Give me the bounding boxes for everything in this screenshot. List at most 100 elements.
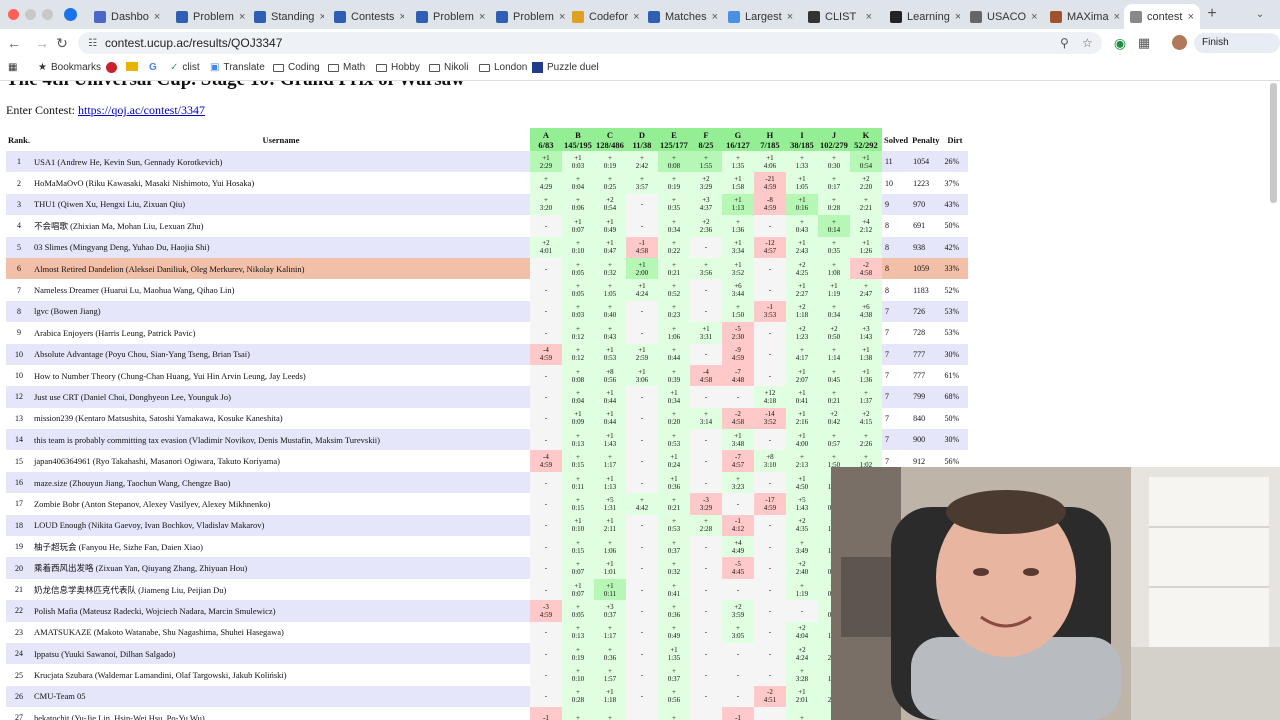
result-cell[interactable]: - [529,664,562,686]
result-cell[interactable]: +1 4:06 [753,151,786,173]
result-cell[interactable]: - [529,536,562,558]
result-cell[interactable]: +0:11 [561,471,594,494]
result-cell[interactable]: +1 0:54 [849,151,882,173]
result-cell[interactable]: +1 0:03 [561,151,594,173]
result-cell[interactable]: - [753,215,786,237]
window-button[interactable] [8,9,19,20]
tab-search-icon[interactable]: ⌄ [1250,5,1270,25]
result-cell[interactable]: - [689,450,722,472]
result-cell[interactable]: - [625,514,658,537]
scrollbar-thumb[interactable] [1270,83,1277,203]
result-cell[interactable]: - [625,450,658,472]
result-cell[interactable]: +1 3:48 [721,429,754,451]
result-cell[interactable]: +1:50 [721,300,754,323]
result-cell[interactable]: +1:36 [721,215,754,237]
bookmark-folder-icon-link[interactable] [126,62,138,71]
problem-header-e[interactable]: E 125/177 [657,128,690,151]
result-cell[interactable]: +2 4:15 [849,407,882,430]
result-cell[interactable]: + [561,707,594,720]
result-cell[interactable]: - [625,600,658,622]
result-cell[interactable]: - [625,685,658,708]
result-cell[interactable]: +0:53 [657,429,690,451]
dirt-header[interactable]: Dirt [941,128,968,151]
tab-close-icon[interactable]: × [559,11,565,23]
result-cell[interactable]: +1:33 [785,151,818,173]
bookmark-coding[interactable]: Coding [273,62,320,73]
tab-close-icon[interactable]: × [1031,11,1037,23]
result-cell[interactable]: -7 4:57 [721,450,754,472]
team-name[interactable]: THU1 (Qiwen Xu, Hengxi Liu, Zixuan Qiu) [31,193,530,216]
browser-tab[interactable]: Problem × [170,4,246,29]
result-cell[interactable]: - [529,685,562,708]
result-cell[interactable] [753,707,786,720]
result-cell[interactable]: +2:42 [625,151,658,173]
result-cell[interactable]: +0:15 [561,493,594,515]
apps-grid-icon[interactable]: ▦ [8,62,17,73]
result-cell[interactable]: +0:17 [817,172,850,194]
result-cell[interactable]: - [721,642,754,665]
result-cell[interactable]: +1 2:59 [625,343,658,365]
result-cell[interactable]: - [529,300,562,323]
result-cell[interactable]: +12 4:18 [753,386,786,408]
result-cell[interactable]: +1:06 [593,536,626,558]
result-cell[interactable]: +1 1:01 [593,557,626,579]
team-name[interactable]: HoMaMaOvO (Riku Kawasaki, Masaki Nishimo… [32,172,530,193]
profile-avatar[interactable] [1172,35,1187,50]
team-name[interactable]: Polish Mafia (Mateusz Radecki, Wojciech … [31,600,530,622]
bookmark-clist[interactable]: ✓ clist [170,62,200,73]
browser-tab[interactable]: Dashbo × [88,4,164,29]
result-cell[interactable]: +0:57 [817,429,850,451]
result-cell[interactable]: +0:28 [817,193,850,216]
result-cell[interactable]: +1 0:53 [593,343,626,365]
site-info-icon[interactable]: ☷ [88,38,97,49]
result-cell[interactable]: +4 4:49 [721,536,754,558]
result-cell[interactable]: +1 0:49 [593,215,626,237]
result-cell[interactable]: - [625,322,658,344]
result-cell[interactable]: +0:08 [657,151,690,173]
bookmark-london[interactable]: London [479,62,527,73]
result-cell[interactable]: +5 1:31 [593,493,626,515]
result-cell[interactable]: +0:14 [817,215,850,237]
result-cell[interactable]: +1 3:34 [721,236,754,258]
browser-tab[interactable]: Matches × [642,4,718,29]
problem-header-i[interactable]: I 38/185 [785,128,818,151]
result-cell[interactable]: -1 4:12 [721,514,754,537]
result-cell[interactable]: +2 0:42 [817,407,850,430]
result-cell[interactable]: - [625,215,658,237]
bookmark-nikoli[interactable]: Nikoli [429,62,468,73]
result-cell[interactable]: - [625,536,658,558]
result-cell[interactable]: +3 1:43 [849,322,882,344]
team-name[interactable]: Nameless Dreamer (Huarui Lu, Maohua Wang… [32,279,530,300]
result-cell[interactable]: +0:41 [657,578,690,601]
result-cell[interactable]: +0:44 [657,343,690,365]
result-cell[interactable]: - [721,578,754,601]
result-cell[interactable]: -1 3:53 [753,300,786,323]
result-cell[interactable]: +0:08 [561,364,594,387]
tab-close-icon[interactable]: × [319,11,324,23]
result-cell[interactable]: +1 1:35 [657,642,690,665]
browser-tab[interactable]: USACO × [964,4,1040,29]
result-cell[interactable]: +0:25 [593,172,626,194]
result-cell[interactable]: +0:45 [817,364,850,387]
result-cell[interactable]: +2 1:18 [785,300,818,323]
result-cell[interactable]: +0:10 [561,664,594,686]
result-cell[interactable]: - [625,300,658,323]
result-cell[interactable]: +1 3:52 [721,257,754,280]
result-cell[interactable]: +1 2:29 [529,151,562,173]
address-bar[interactable]: ☷ contest.ucup.ac/results/QOJ3347 ⚲ ☆ [78,32,1102,54]
result-cell[interactable]: +0:19 [561,642,594,665]
result-cell[interactable]: +0:05 [561,600,594,622]
result-cell[interactable]: +1 0:07 [561,578,594,601]
result-cell[interactable]: +3 0:37 [593,600,626,622]
problem-header-k[interactable]: K 52/292 [849,128,882,151]
result-cell[interactable]: -8 4:59 [753,193,786,216]
tab-close-icon[interactable]: × [633,11,639,23]
result-cell[interactable]: +1 1:05 [785,172,818,194]
tab-search-favicon-icon[interactable] [64,8,77,21]
result-cell[interactable]: +2 4:01 [529,236,562,258]
bookmark-pinterest[interactable] [106,62,117,73]
team-name[interactable]: mission239 (Kentaro Matsushita, Satoshi … [32,408,530,429]
result-cell[interactable]: - [529,471,562,494]
result-cell[interactable]: +1 1:26 [849,236,882,258]
tab-close-icon[interactable]: × [479,11,485,23]
